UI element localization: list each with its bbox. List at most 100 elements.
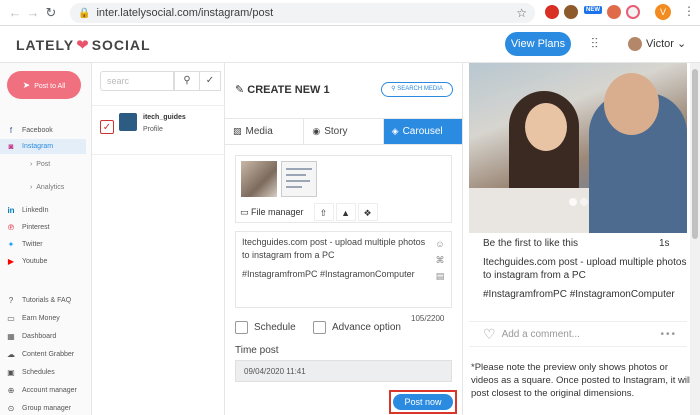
image-icon: ▨ xyxy=(233,126,242,136)
create-title-text: CREATE NEW 1 xyxy=(247,84,330,96)
account-row[interactable]: ✓ itech_guides Profile xyxy=(92,105,225,155)
sidebar-item-tutorials[interactable]: ? Tutorials & FAQ xyxy=(6,293,92,307)
account-checkbox[interactable]: ✓ xyxy=(100,120,114,134)
extension-icon-grammarly[interactable] xyxy=(607,5,621,19)
file-manager-button[interactable]: ▭ File manager xyxy=(240,207,304,218)
sidebar-item-facebook[interactable]: f Facebook xyxy=(6,123,92,137)
preview-caption-hashtags: #InstagramfromPC #InstagramonComputer xyxy=(483,289,675,300)
carousel-dot[interactable] xyxy=(580,198,588,206)
tab-label: Story xyxy=(324,126,348,137)
pinterest-icon: ℗ xyxy=(8,222,14,232)
schedule-option[interactable]: Schedule xyxy=(235,321,296,334)
thumbnail-line xyxy=(286,174,306,176)
sidebar-item-pinterest[interactable]: ℗ Pinterest xyxy=(6,220,92,234)
comment-row[interactable]: ♡ Add a comment... ••• xyxy=(469,321,687,347)
settings-sliders-icon[interactable]: ⫶⫶ xyxy=(591,35,598,52)
sidebar-subitem-post[interactable]: › Post xyxy=(30,161,50,168)
upload-icon[interactable]: ⇧ xyxy=(313,203,334,221)
advance-option-label: Advance option xyxy=(332,322,401,333)
user-menu[interactable]: Victor ⌄ xyxy=(646,37,686,50)
browser-profile-avatar[interactable]: V xyxy=(655,4,671,20)
scrollbar-thumb[interactable] xyxy=(692,69,698,239)
time-post-input[interactable]: 09/04/2020 11:41 xyxy=(235,360,452,382)
layers-icon: ◈ xyxy=(391,126,399,136)
account-list-panel: searc ⚲ ✓ ✓ itech_guides Profile xyxy=(92,63,225,415)
back-icon[interactable]: ← xyxy=(6,5,24,20)
google-drive-icon[interactable]: ▲ xyxy=(335,203,356,221)
reload-icon[interactable]: ↻ xyxy=(42,5,60,21)
left-sidebar: ➤ Post to All f Facebook ◙ Instagram › Po… xyxy=(0,63,92,415)
facebook-icon: f xyxy=(9,125,13,135)
likes-text: Be the first to like this xyxy=(483,238,579,249)
logo-text-left: LATELY xyxy=(16,37,75,53)
sidebar-item-label: Tutorials & FAQ xyxy=(22,296,72,304)
bookmark-star-icon[interactable]: ☆ xyxy=(516,6,527,20)
heart-outline-icon[interactable]: ♡ xyxy=(483,326,496,343)
carousel-dot[interactable] xyxy=(569,198,577,206)
carousel-dots[interactable] xyxy=(569,198,591,206)
more-options-icon[interactable]: ••• xyxy=(660,329,677,340)
forward-icon[interactable]: → xyxy=(24,5,42,20)
save-icon[interactable]: ▤ xyxy=(433,268,447,284)
sidebar-item-instagram[interactable]: ◙ Instagram xyxy=(0,139,86,154)
media-thumbnail[interactable] xyxy=(241,161,277,197)
sidebar-item-youtube[interactable]: ▶ Youtube xyxy=(6,254,92,268)
account-search-input[interactable]: searc xyxy=(100,71,174,91)
view-plans-button[interactable]: View Plans xyxy=(505,32,571,56)
advance-option[interactable]: Advance option xyxy=(313,321,401,334)
account-type: Profile xyxy=(143,126,163,133)
photo-laptop xyxy=(469,188,589,233)
user-avatar[interactable] xyxy=(628,37,642,51)
tab-story[interactable]: ◉ Story xyxy=(304,119,384,144)
sidebar-item-content-grabber[interactable]: ☁ Content Grabber xyxy=(6,347,92,361)
thumbnail-line xyxy=(286,186,302,188)
extension-icon-cookie[interactable] xyxy=(564,5,578,19)
sidebar-subitem-label: Post xyxy=(36,161,51,168)
dropbox-icon[interactable]: ❖ xyxy=(357,203,378,221)
search-icon[interactable]: ⚲ xyxy=(174,71,200,91)
lately-social-logo[interactable]: LATELY ❤ SOCIAL xyxy=(16,36,151,54)
account-avatar xyxy=(119,113,137,131)
sidebar-item-group-manager[interactable]: ⊙ Group manager xyxy=(6,401,92,415)
media-selection-box: ▭ File manager ⇧ ▲ ❖ xyxy=(235,155,452,223)
hashtag-icon[interactable]: ⌘ xyxy=(433,252,447,268)
sidebar-item-earn-money[interactable]: ▭ Earn Money xyxy=(6,311,92,325)
sidebar-item-label: Content Grabber xyxy=(22,350,75,358)
post-now-button[interactable]: Post now xyxy=(393,394,453,410)
post-to-all-button[interactable]: ➤ Post to All xyxy=(7,71,81,99)
post-preview-panel: Be the first to like this 1s Itechguides… xyxy=(462,63,700,415)
extension-new-badge[interactable]: NEW xyxy=(584,6,602,14)
group-icon: ⊙ xyxy=(7,403,15,413)
monitor-icon: ▭ xyxy=(240,206,249,217)
search-media-button[interactable]: ⚲ SEARCH MEDIA xyxy=(381,82,453,97)
sidebar-subitem-analytics[interactable]: › Analytics xyxy=(30,184,64,191)
tab-carousel[interactable]: ◈ Carousel xyxy=(383,119,462,144)
sidebar-item-twitter[interactable]: ✦ Twitter xyxy=(6,237,92,251)
youtube-icon: ▶ xyxy=(7,256,15,266)
advance-option-checkbox[interactable] xyxy=(313,321,326,334)
post-now-highlight: Post now xyxy=(389,390,457,414)
post-time: 1s xyxy=(659,238,670,249)
schedule-checkbox[interactable] xyxy=(235,321,248,334)
select-all-check-icon[interactable]: ✓ xyxy=(199,71,221,91)
preview-scrollbar[interactable] xyxy=(690,63,700,415)
url-text: inter.latelysocial.com/instagram/post xyxy=(96,7,274,19)
tab-media[interactable]: ▨ Media xyxy=(225,119,305,144)
linkedin-icon: in xyxy=(7,205,15,215)
address-bar[interactable]: 🔒 inter.latelysocial.com/instagram/post … xyxy=(70,3,535,23)
plus-circle-icon: ⊕ xyxy=(7,385,15,395)
browser-menu-icon[interactable]: ⋮ xyxy=(683,4,695,18)
search-media-label: SEARCH MEDIA xyxy=(397,86,443,92)
media-thumbnail[interactable] xyxy=(281,161,317,197)
emoji-icon[interactable]: ☺ xyxy=(433,236,447,252)
tab-label: Media xyxy=(245,126,273,137)
sidebar-item-schedules[interactable]: ▣ Schedules xyxy=(6,365,92,379)
sidebar-item-dashboard[interactable]: ▦ Dashboard xyxy=(6,329,92,343)
cloud-icon: ☁ xyxy=(7,349,15,359)
edit-icon: ✎ xyxy=(235,84,245,96)
caption-textarea[interactable]: Itechguides.com post - upload multiple p… xyxy=(235,231,452,308)
sidebar-item-account-manager[interactable]: ⊕ Account manager xyxy=(6,383,92,397)
extension-icon-red[interactable] xyxy=(545,5,559,19)
sidebar-item-linkedin[interactable]: in LinkedIn xyxy=(6,203,92,217)
extension-icon-target[interactable] xyxy=(626,5,640,19)
